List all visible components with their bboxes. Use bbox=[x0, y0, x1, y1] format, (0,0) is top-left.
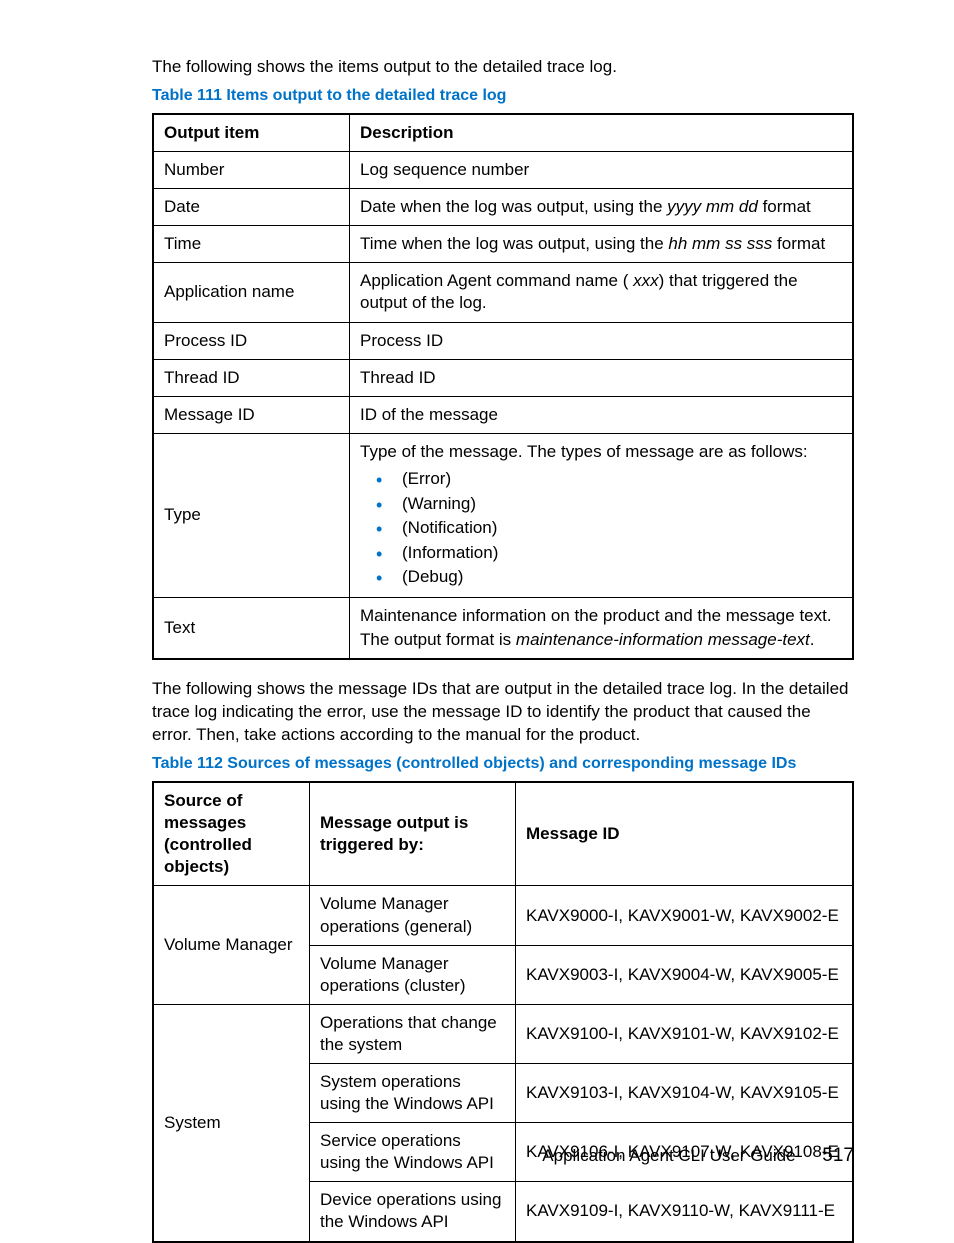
intro-paragraph-1: The following shows the items output to … bbox=[152, 56, 854, 79]
cell-msgid: KAVX9100-I, KAVX9101-W, KAVX9102-E bbox=[516, 1004, 854, 1063]
cell-description: Date when the log was output, using the … bbox=[350, 189, 854, 226]
cell-output-item: Application name bbox=[153, 263, 350, 322]
cell-source: System bbox=[153, 1004, 310, 1241]
table-112-caption: Table 112 Sources of messages (controlle… bbox=[152, 755, 854, 773]
table-row: Application name Application Agent comma… bbox=[153, 263, 853, 322]
col-header-source: Source of messages (controlled objects) bbox=[153, 782, 310, 886]
table-111: Output item Description Number Log seque… bbox=[152, 113, 854, 660]
page-number: 517 bbox=[822, 1145, 854, 1166]
cell-msgid: KAVX9109-I, KAVX9110-W, KAVX9111-E bbox=[516, 1182, 854, 1242]
table-row: Time Time when the log was output, using… bbox=[153, 226, 853, 263]
table-112: Source of messages (controlled objects) … bbox=[152, 781, 854, 1243]
cell-source: Volume Manager bbox=[153, 886, 310, 1004]
cell-msgid: KAVX9003-I, KAVX9004-W, KAVX9005-E bbox=[516, 945, 854, 1004]
cell-trigger: Service operations using the Windows API bbox=[310, 1123, 516, 1182]
list-item: (Notification) bbox=[360, 516, 842, 541]
cell-trigger: System operations using the Windows API bbox=[310, 1064, 516, 1123]
table-row: Volume Manager Volume Manager operations… bbox=[153, 886, 853, 945]
cell-description: Time when the log was output, using the … bbox=[350, 226, 854, 263]
cell-description: Application Agent command name ( xxx) th… bbox=[350, 263, 854, 322]
col-header-trigger: Message output is triggered by: bbox=[310, 782, 516, 886]
table-111-caption: Table 111 Items output to the detailed t… bbox=[152, 87, 854, 105]
table-row: System Operations that change the system… bbox=[153, 1004, 853, 1063]
cell-output-item: Number bbox=[153, 152, 350, 189]
table-row: Type Type of the message. The types of m… bbox=[153, 433, 853, 597]
cell-output-item: Text bbox=[153, 598, 350, 660]
cell-output-item: Time bbox=[153, 226, 350, 263]
cell-output-item: Process ID bbox=[153, 322, 350, 359]
type-list: (Error) (Warning) (Notification) (Inform… bbox=[360, 467, 842, 590]
cell-trigger: Operations that change the system bbox=[310, 1004, 516, 1063]
table-row: Output item Description bbox=[153, 114, 853, 152]
col-header-message-id: Message ID bbox=[516, 782, 854, 886]
col-header-description: Description bbox=[350, 114, 854, 152]
cell-trigger: Device operations using the Windows API bbox=[310, 1182, 516, 1242]
cell-trigger: Volume Manager operations (cluster) bbox=[310, 945, 516, 1004]
list-item: (Error) bbox=[360, 467, 842, 492]
list-item: (Debug) bbox=[360, 565, 842, 590]
cell-description: Maintenance information on the product a… bbox=[350, 598, 854, 660]
table-row: Text Maintenance information on the prod… bbox=[153, 598, 853, 660]
intro-paragraph-2: The following shows the message IDs that… bbox=[152, 678, 854, 747]
cell-description: Process ID bbox=[350, 322, 854, 359]
cell-output-item: Thread ID bbox=[153, 359, 350, 396]
table-row: Number Log sequence number bbox=[153, 152, 853, 189]
cell-msgid: KAVX9103-I, KAVX9104-W, KAVX9105-E bbox=[516, 1064, 854, 1123]
table-row: Message ID ID of the message bbox=[153, 396, 853, 433]
cell-output-item: Message ID bbox=[153, 396, 350, 433]
footer-title: Application Agent CLI User Guide bbox=[542, 1146, 795, 1165]
cell-description: Log sequence number bbox=[350, 152, 854, 189]
list-item: (Warning) bbox=[360, 492, 842, 517]
cell-description: Thread ID bbox=[350, 359, 854, 396]
cell-trigger: Volume Manager operations (general) bbox=[310, 886, 516, 945]
page-footer: Application Agent CLI User Guide 517 bbox=[542, 1145, 854, 1167]
list-item: (Information) bbox=[360, 541, 842, 566]
cell-output-item: Type bbox=[153, 433, 350, 597]
table-row: Date Date when the log was output, using… bbox=[153, 189, 853, 226]
cell-description: Type of the message. The types of messag… bbox=[350, 433, 854, 597]
cell-msgid: KAVX9000-I, KAVX9001-W, KAVX9002-E bbox=[516, 886, 854, 945]
table-row: Process ID Process ID bbox=[153, 322, 853, 359]
table-row: Source of messages (controlled objects) … bbox=[153, 782, 853, 886]
cell-output-item: Date bbox=[153, 189, 350, 226]
col-header-output-item: Output item bbox=[153, 114, 350, 152]
cell-description: ID of the message bbox=[350, 396, 854, 433]
table-row: Thread ID Thread ID bbox=[153, 359, 853, 396]
